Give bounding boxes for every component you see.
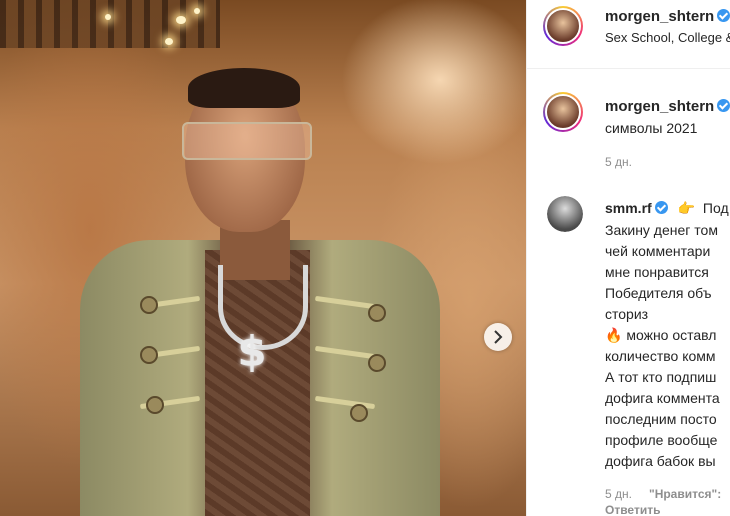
commenter-username[interactable]: smm.rf 👉 Под — [605, 200, 729, 217]
comment-line: дофига коммента — [605, 390, 720, 406]
verified-badge-icon — [717, 99, 730, 112]
dollar-pendant-icon: $ — [237, 327, 267, 376]
next-photo-button[interactable] — [484, 323, 512, 351]
reply-button[interactable]: Ответить — [605, 503, 660, 516]
sunglasses — [182, 122, 312, 160]
hair — [188, 68, 300, 108]
caption-username[interactable]: morgen_shtern — [605, 98, 730, 115]
comment-line: Победителя объ — [605, 285, 712, 301]
jacket-button — [146, 396, 164, 414]
fire-icon: 🔥 — [605, 327, 623, 343]
author-avatar[interactable] — [543, 6, 583, 46]
header-divider — [527, 68, 730, 69]
ceiling-beams — [0, 0, 220, 48]
comment-line: чей комментари — [605, 243, 711, 259]
comment-line: А тот кто подпиш — [605, 369, 717, 385]
string-light — [105, 14, 111, 20]
person-figure: $ — [70, 60, 450, 516]
comment-line: мне понравится — [605, 264, 709, 280]
string-light — [165, 38, 173, 45]
comment-line: профиле вообще — [605, 432, 718, 448]
string-light — [194, 8, 200, 14]
comment-line: количество комм — [605, 348, 716, 364]
comment-line-fire: 🔥 можно оставл — [605, 327, 717, 343]
chevron-right-icon — [494, 330, 503, 344]
caption-text: символы 2021 — [605, 120, 698, 136]
verified-badge-icon — [717, 9, 730, 22]
comment-line: дофига бабок вы — [605, 453, 716, 469]
comment-line: Закину денег том — [605, 222, 718, 238]
caption-avatar[interactable] — [543, 92, 583, 132]
comment-likes[interactable]: "Нравится": — [649, 487, 721, 501]
string-light — [176, 16, 186, 24]
jacket-button — [140, 346, 158, 364]
post-location[interactable]: Sex School, College & — [605, 30, 730, 45]
pointing-hand-icon: 👉 — [677, 200, 696, 216]
comment-time[interactable]: 5 дн. — [605, 487, 632, 501]
jacket-button — [350, 404, 368, 422]
jacket-button — [368, 354, 386, 372]
jacket-button — [140, 296, 158, 314]
comment-line: сториз — [605, 306, 649, 322]
caption-time[interactable]: 5 дн. — [605, 155, 632, 169]
comment-line: последним посто — [605, 411, 717, 427]
post-photo[interactable]: $ — [0, 0, 526, 516]
post-sidebar: morgen_shtern Sex School, College & morg… — [526, 0, 730, 516]
verified-badge-icon — [654, 201, 668, 214]
commenter-avatar[interactable] — [547, 196, 583, 232]
author-username[interactable]: morgen_shtern — [605, 8, 730, 25]
jacket-button — [368, 304, 386, 322]
